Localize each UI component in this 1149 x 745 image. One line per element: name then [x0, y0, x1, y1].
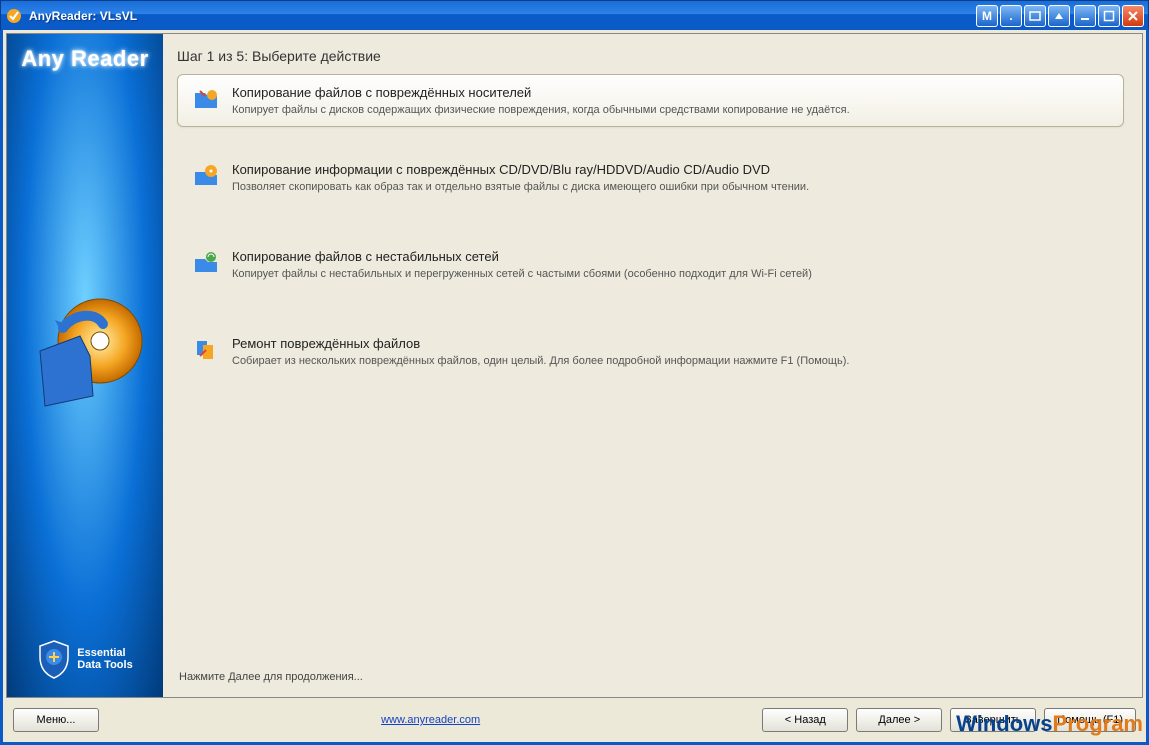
step-title: Шаг 1 из 5: Выберите действие: [177, 48, 1124, 64]
tray-window-button[interactable]: [1024, 5, 1046, 27]
option-desc: Позволяет скопировать как образ так и от…: [232, 181, 809, 193]
extra-window-buttons: M .: [976, 5, 1070, 27]
window-body: Any Reader: [0, 30, 1149, 745]
website-link[interactable]: www.anyreader.com: [381, 714, 480, 726]
option-copy-optical[interactable]: Копирование информации с повреждённых CD…: [177, 151, 1124, 204]
disc-copy-icon: [192, 162, 220, 190]
option-desc: Собирает из нескольких повреждённых файл…: [232, 355, 849, 367]
option-title: Ремонт повреждённых файлов: [232, 336, 849, 351]
option-copy-damaged-media[interactable]: Копирование файлов с повреждённых носите…: [177, 74, 1124, 127]
status-text: Нажмите Далее для продолжения...: [177, 665, 1124, 687]
window-title: AnyReader: VLsVL: [29, 9, 972, 23]
option-title: Копирование файлов с повреждённых носите…: [232, 85, 850, 100]
shield-icon: [37, 639, 71, 679]
option-text: Копирование файлов с повреждённых носите…: [232, 85, 850, 116]
window-controls: [1074, 5, 1144, 27]
titlebar: AnyReader: VLsVL M .: [0, 0, 1149, 30]
maximize-button[interactable]: [1098, 5, 1120, 27]
option-desc: Копирует файлы с нестабильных и перегруж…: [232, 268, 812, 280]
tray-dot-button[interactable]: .: [1000, 5, 1022, 27]
minimize-button[interactable]: [1074, 5, 1096, 27]
app-icon: [5, 7, 23, 25]
next-button[interactable]: Далее >: [856, 708, 942, 732]
folder-copy-icon: [192, 85, 220, 113]
option-copy-network[interactable]: Копирование файлов с нестабильных сетей …: [177, 238, 1124, 291]
content-row: Any Reader: [6, 33, 1143, 698]
footer-brand-text: Essential Data Tools: [77, 647, 132, 671]
url-area: www.anyreader.com: [107, 714, 754, 726]
option-title: Копирование информации с повреждённых CD…: [232, 162, 809, 177]
option-text: Копирование файлов с нестабильных сетей …: [232, 249, 812, 280]
option-desc: Копирует файлы с дисков содержащих физич…: [232, 104, 850, 116]
tray-m-button[interactable]: M: [976, 5, 998, 27]
repair-icon: [192, 336, 220, 364]
tray-up-button[interactable]: [1048, 5, 1070, 27]
option-text: Копирование информации с повреждённых CD…: [232, 162, 809, 193]
footer-brand: Essential Data Tools: [37, 639, 132, 679]
disc-illustration: [25, 296, 145, 416]
option-title: Копирование файлов с нестабильных сетей: [232, 249, 812, 264]
finish-button[interactable]: Завершить: [950, 708, 1036, 732]
brand-logo: Any Reader: [21, 46, 148, 72]
main-panel: Шаг 1 из 5: Выберите действие Копировани…: [163, 34, 1142, 697]
network-copy-icon: [192, 249, 220, 277]
help-button[interactable]: Помощь (F1): [1044, 708, 1136, 732]
option-repair-files[interactable]: Ремонт повреждённых файлов Собирает из н…: [177, 325, 1124, 378]
menu-button[interactable]: Меню...: [13, 708, 99, 732]
close-button[interactable]: [1122, 5, 1144, 27]
back-button[interactable]: < Назад: [762, 708, 848, 732]
bottom-button-row: Меню... www.anyreader.com < Назад Далее …: [3, 698, 1146, 742]
option-text: Ремонт повреждённых файлов Собирает из н…: [232, 336, 849, 367]
sidebar: Any Reader: [7, 34, 163, 697]
